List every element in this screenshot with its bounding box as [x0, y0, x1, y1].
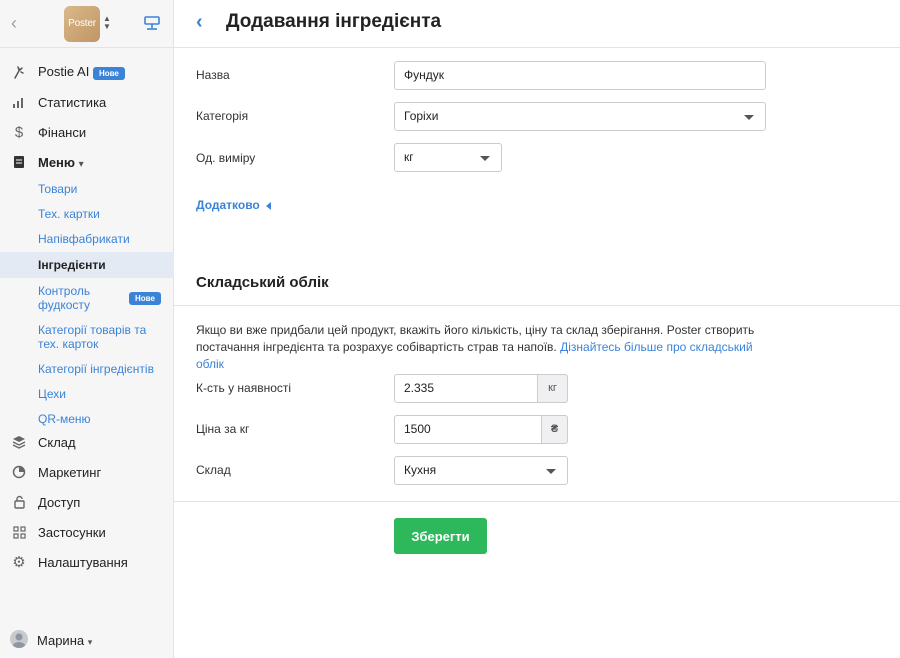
sidebar-subitem-label: Категорії товарів та тех. карток — [38, 323, 147, 351]
account-logo[interactable]: Poster — [64, 6, 100, 42]
price-input[interactable]: 1500 — [394, 415, 542, 444]
page-title: Додавання інгредієнта — [226, 11, 442, 32]
sidebar-item-settings[interactable]: ⚙ Налаштування — [0, 551, 174, 573]
switch-account-icon[interactable]: ▲ ▼ — [103, 15, 111, 31]
sidebar-subitem-workshops[interactable]: Цехи — [0, 383, 174, 405]
sidebar-subitem-tech-cards[interactable]: Тех. картки — [0, 203, 174, 225]
chevron-down-icon: ▾ — [78, 158, 84, 170]
name-input[interactable]: Фундук — [394, 61, 766, 90]
sidebar-subitem-ingredient-categories[interactable]: Категорії інгредієнтів — [0, 358, 174, 380]
sidebar-subitem-product-categories[interactable]: Категорії товарів та тех. карток — [0, 322, 174, 352]
sidebar-item-access[interactable]: Доступ — [0, 491, 174, 513]
category-select[interactable]: Горіхи — [394, 102, 766, 131]
sidebar-subitem-qr-menu[interactable]: QR-меню — [0, 408, 174, 430]
dropdown-arrow-icon — [744, 115, 754, 120]
save-button[interactable]: Зберегти — [394, 518, 487, 554]
chevron-down-icon: ▾ — [87, 637, 93, 647]
footer-divider — [174, 501, 900, 502]
sidebar-item-statistics[interactable]: Статистика — [0, 91, 174, 113]
sidebar-subitem-products[interactable]: Товари — [0, 178, 174, 200]
dropdown-arrow-icon — [546, 469, 556, 474]
quantity-unit-addon: кг — [537, 374, 568, 403]
pos-terminal-icon[interactable] — [143, 14, 161, 32]
sidebar-item-label: Маркетинг — [38, 464, 102, 480]
stock-description: Якщо ви вже придбали цей продукт, вкажіт… — [196, 322, 766, 373]
sidebar-item-label: Склад — [38, 434, 76, 450]
price-label: Ціна за кг — [196, 422, 250, 436]
section-divider — [174, 305, 900, 306]
lock-icon — [11, 494, 27, 510]
back-icon[interactable]: ‹ — [196, 12, 203, 32]
sidebar-item-apps[interactable]: Застосунки — [0, 521, 174, 543]
layers-icon — [11, 434, 27, 450]
stats-icon — [11, 94, 27, 110]
collapse-sidebar-icon[interactable]: ‹ — [11, 14, 17, 32]
dollar-icon: $ — [14, 123, 24, 141]
user-name: Марина ▾ — [37, 633, 93, 648]
sidebar-header: ‹ Poster ▲ ▼ — [0, 0, 173, 48]
main-content: ‹ Додавання інгредієнта Назва Фундук Кат… — [174, 0, 900, 658]
warehouse-select[interactable]: Кухня — [394, 456, 568, 485]
currency-addon: ₴ — [541, 415, 568, 444]
marketing-icon — [11, 464, 27, 480]
user-menu[interactable]: Марина ▾ — [0, 622, 174, 658]
sidebar-item-marketing[interactable]: Маркетинг — [0, 461, 174, 483]
quantity-input[interactable]: 2.335 — [394, 374, 538, 403]
sidebar-item-label: Postie AI Нове — [38, 64, 125, 80]
quantity-value: 2.335 — [404, 381, 435, 395]
sidebar-subitem-semi-finished[interactable]: Напівфабрикати — [0, 228, 174, 250]
sidebar-subitem-label: Контроль фудкосту — [38, 284, 91, 312]
sidebar-subitem-label: Тех. картки — [38, 207, 100, 221]
sidebar-subitem-label: Категорії інгредієнтів — [38, 362, 154, 376]
sidebar-subitem-label: Напівфабрикати — [38, 232, 130, 246]
sidebar-subitem-label: QR-меню — [38, 412, 91, 426]
page-header: ‹ Додавання інгредієнта — [174, 0, 900, 48]
sidebar-subitem-label: Інгредієнти — [38, 258, 106, 272]
sidebar-item-label: Доступ — [38, 494, 81, 510]
apps-icon — [11, 524, 27, 540]
postie-ai-icon — [11, 64, 27, 80]
sidebar-item-label: Застосунки — [38, 524, 106, 540]
quantity-label: К-сть у наявності — [196, 381, 292, 395]
gear-icon: ⚙ — [12, 554, 26, 571]
sidebar-item-finance[interactable]: $ Фінанси — [0, 121, 174, 143]
warehouse-value: Кухня — [404, 463, 437, 477]
sidebar-item-label: Налаштування — [38, 554, 128, 570]
sidebar-subitem-label: Товари — [38, 182, 78, 196]
sidebar-item-label: Статистика — [38, 94, 107, 110]
document-icon — [11, 154, 27, 170]
unit-label: Од. виміру — [196, 151, 256, 165]
category-label: Категорія — [196, 109, 249, 123]
sidebar-item-warehouse[interactable]: Склад — [0, 431, 174, 453]
sidebar-item-postie-ai[interactable]: Postie AI Нове — [0, 61, 174, 83]
dropdown-arrow-icon — [480, 156, 490, 161]
price-value: 1500 — [404, 422, 431, 436]
sidebar-item-label: Меню ▾ — [38, 154, 84, 170]
name-label: Назва — [196, 68, 230, 82]
sidebar-subitem-ingredients[interactable]: Інгредієнти — [0, 252, 174, 278]
unit-select[interactable]: кг — [394, 143, 502, 172]
unit-value: кг — [404, 150, 414, 164]
avatar — [10, 630, 28, 648]
more-options-link[interactable]: Додатково — [196, 198, 271, 212]
sidebar-item-menu[interactable]: Меню ▾ — [0, 151, 174, 173]
caret-left-icon — [265, 201, 271, 210]
name-value: Фундук — [404, 68, 445, 82]
category-value: Горіхи — [404, 109, 439, 123]
sidebar-subitem-foodcost[interactable]: Контроль фудкосту Нове — [0, 282, 174, 314]
warehouse-label: Склад — [196, 463, 231, 477]
new-badge: Нове — [129, 292, 161, 305]
sidebar-subitem-label: Цехи — [38, 387, 66, 401]
new-badge: Нове — [92, 66, 125, 80]
sidebar-item-label: Фінанси — [38, 124, 87, 140]
sidebar: ‹ Poster ▲ ▼ Postie AI Нове Статистика $ … — [0, 0, 174, 658]
section-title: Складський облік — [196, 274, 329, 291]
logo-text: Poster — [68, 18, 96, 29]
